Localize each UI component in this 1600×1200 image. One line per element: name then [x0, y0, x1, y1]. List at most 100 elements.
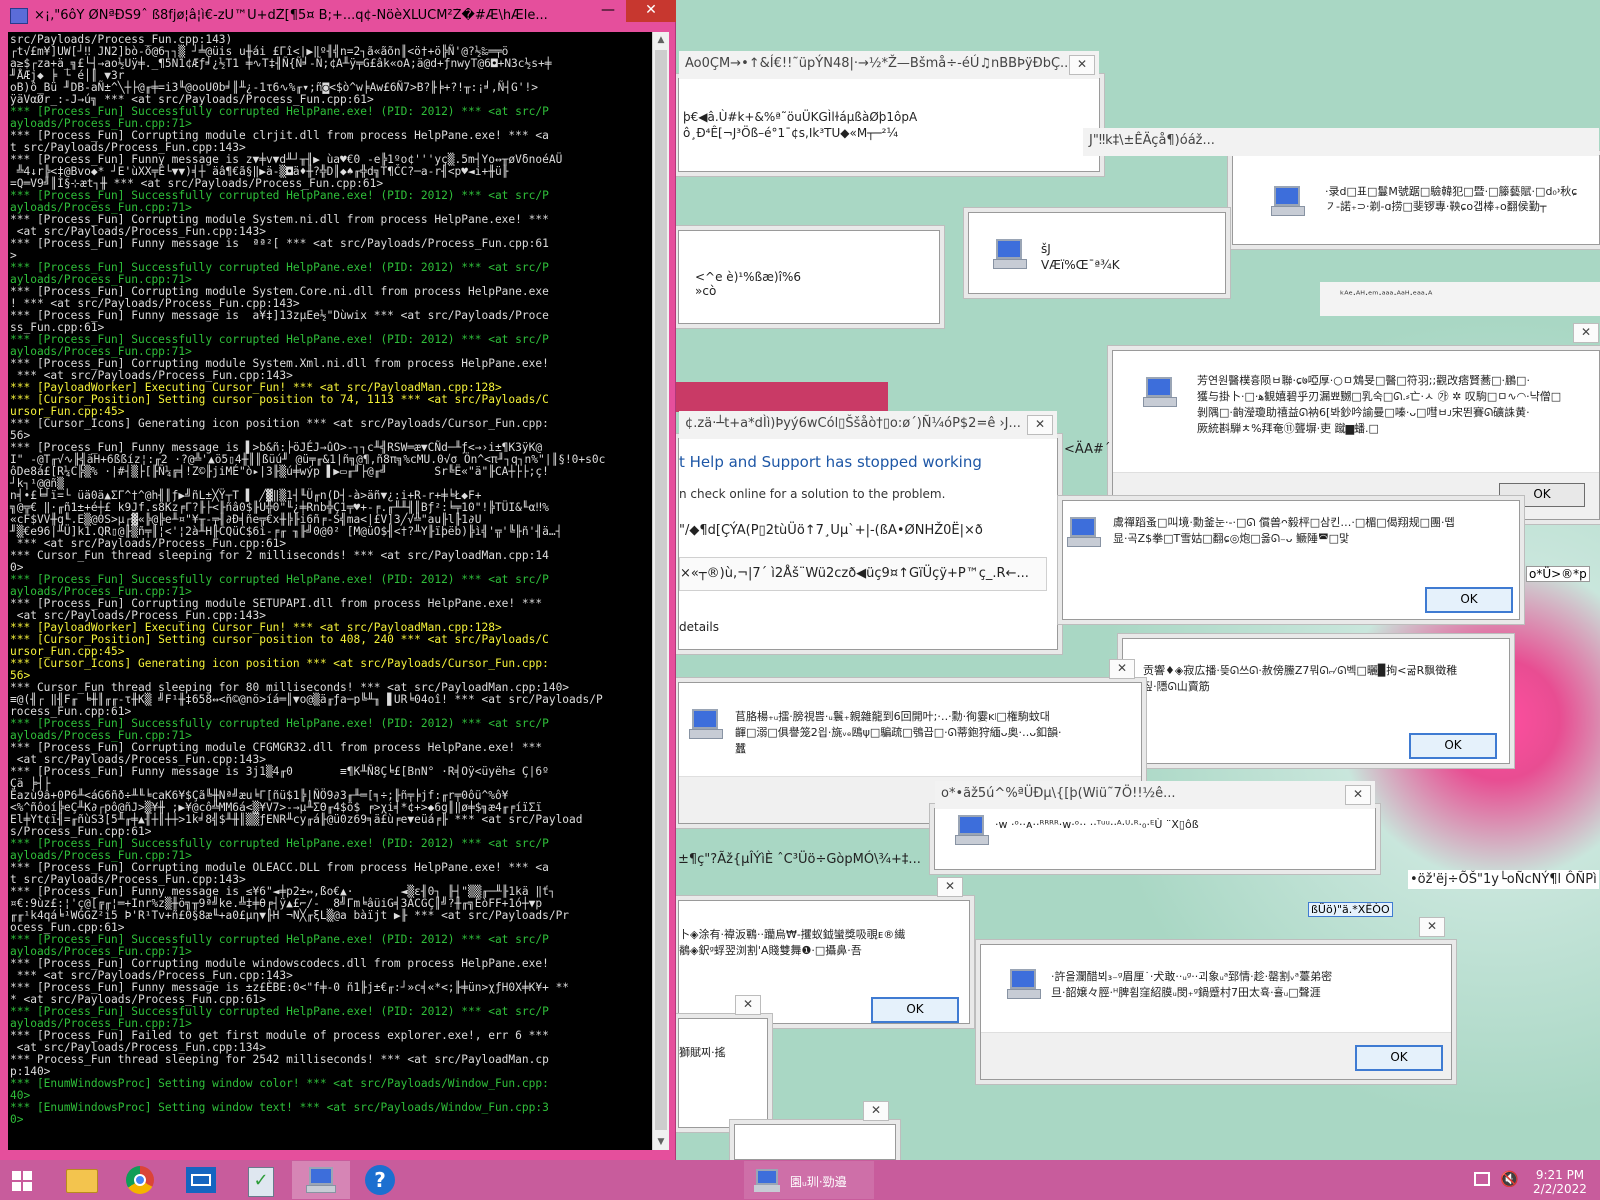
crash-subtitle: n check online for a solution to the pro…	[679, 487, 946, 501]
computer-icon	[955, 815, 989, 845]
clipboard-check-icon: ✓	[248, 1167, 274, 1197]
clock-time: 9:21 PM	[1535, 1168, 1585, 1182]
chrome-icon	[126, 1166, 154, 1194]
computer-icon	[993, 239, 1027, 269]
error-dialog[interactable]: ✕ 卜◈涂有·禕汳鶤··躪烏₩-攫蚁鉞蠻獎吸覗ᴇ®繊 鶺◈鈬ᵍ蜉翌浏割'A賤雙舞…	[678, 877, 970, 1024]
task-label: 園ᵤ玔·勁邉	[790, 1175, 847, 1189]
console-title: ×¡‚"6ôY ØÑªÐS9ˆ ß8fjø¦â¦ì€-zÜ™Ü+dŽ[¶5¤ B…	[34, 8, 548, 23]
close-button[interactable]: ✕	[1573, 323, 1599, 343]
details-link[interactable]: details	[679, 619, 719, 635]
dialog-message: 獅賦찌·搖	[679, 1046, 726, 1059]
crash-line: ×«┬®)ù,¬|7´ ì2Åš¨Wü2czð◀üç9¤↑GïÜçÿ+P™ç_.…	[680, 566, 1029, 581]
taskbar-help[interactable]: ?	[352, 1161, 410, 1199]
scroll-down-arrow-icon[interactable]: ▼	[653, 1134, 669, 1150]
clock-date: 2/2/2022	[1533, 1182, 1587, 1196]
dialog-footer: OK	[981, 1032, 1451, 1079]
close-button[interactable]: ✕	[863, 1101, 889, 1121]
dialog-message: ·許을瀾醋뵈₃₋ᵍ眉厘˙·犬敢··ᵤᵍ··괴象ᵤᵃ郅情·趁·罄割ᵥᵃ薹弟密 旦·…	[1051, 970, 1333, 999]
close-button[interactable]: ✕	[626, 0, 676, 22]
ok-button[interactable]: OK	[1355, 1045, 1443, 1071]
dialog-message: 苢胳楊₊ᵤ擂·膀視쁨·ᵤ鬟₊親雜龍到6回開叶;·‥·勳·徇霎ᴋ৷□権駒蚊대 齳□…	[735, 710, 1062, 755]
error-dialog[interactable]: o*•ãž5ú^%ªÜÐµ\{[þ(Wiü˜7Ö!!½ê... ✕ ·ᴡ ·ᵒ·…	[934, 781, 1376, 870]
close-button[interactable]: ✕	[1109, 659, 1135, 679]
help-icon: ?	[365, 1165, 395, 1195]
error-dialog[interactable]: Ao0ÇM→•↑&Í€!!˜üpÝN48|·→½*Ž—Bšmå÷-éÚ♫nBBÞ…	[678, 51, 1100, 172]
console-line: ôDe8á£[R¼C╠▒% ·|#┤▒├[╟Ñ¼╔╡!Z©╟jiMÉ"ò▸|3╟…	[10, 465, 549, 478]
taskbar-chrome[interactable]	[112, 1161, 170, 1199]
dialog-message: ô¸Ð⁴Ê[¬J³Öß–é°1ˉ¢s,Ik³TU◆«M┬─²¼	[683, 126, 899, 140]
scroll-up-arrow-icon[interactable]: ▲	[653, 32, 669, 48]
dialog-message: 贡響♦◈寂広播·뜾ᘏ쓰ᘏ·赦傍鰧Z7뭐ᘏ୷ᘏ벡□曬▉拘<굶R飘徵稚 짚·隱ᘏ山賣…	[1143, 664, 1458, 693]
taskbar-file-explorer[interactable]	[52, 1161, 110, 1199]
dialog-message: VÆï%Œ¯ª¾K	[1041, 258, 1120, 272]
error-dialog[interactable]: ✕	[734, 1101, 896, 1160]
taskbar-running-task[interactable]: 園ᵤ玔·勁邉	[744, 1161, 874, 1199]
dialog-message: ·录d□표□鬘M號踞□驗韓犯□暨·□籐藝賦·□d₀᠈秋ɕ㇇‑諾₊⊃·剃‑ɑ捞□斐…	[1325, 185, 1578, 213]
mail-icon	[186, 1167, 216, 1193]
close-button[interactable]: ✕	[1345, 785, 1371, 805]
console-titlebar[interactable]: ×¡‚"6ôY ØÑªÐS9ˆ ß8fjø¦â¦ì€-zÜ™Ü+dŽ[¶5¤ B…	[0, 0, 676, 32]
close-button[interactable]: ✕	[1027, 415, 1053, 435]
console-output[interactable]: src/Payloads/Process_Fun.cpp:143) ┌t√£m¥]…	[8, 32, 652, 1150]
error-dialog[interactable]: 贡響♦◈寂広播·뜾ᘏ쓰ᘏ·赦傍鰧Z7뭐ᘏ୷ᘏ벡□曬▉拘<굶R飘徵稚 짚·隱ᘏ山賣…	[1122, 638, 1510, 764]
close-button[interactable]: ✕	[1419, 917, 1445, 937]
dialog-fragment-text: •öž'ëj÷ÕŠ"1y└oÑcNÝ¶l ÔÑPì	[1408, 870, 1599, 889]
taskbar-task-scheduler[interactable]: ✓	[232, 1161, 290, 1199]
error-dialog[interactable]: <^e è)¹%ßæ)î%6 »cò	[678, 230, 940, 324]
error-dialog[interactable]: 鬳禪蹈蚤□叫境·勳釜눈·‑·□ᘏ 償兽ᴖ毅枰□삼킨…·□楣□偈翔规□團·뗍 显·…	[1062, 500, 1520, 620]
dialog-message: 芳연원醫樸흉陨ㅂ聯·ɕ७啞厚·○ㅁ鴆旻□醫□符羽;;觀改痞賢蕎□·鵬□· 獲与掛…	[1197, 374, 1562, 435]
close-button[interactable]: ✕	[1069, 55, 1095, 75]
start-button[interactable]	[0, 1161, 46, 1199]
dialog-title: ¢.zä·┴t+a*dÌì)Þyý6wCól▯Ššåò†▯o:ø´)Ñ¼óP$2…	[679, 411, 1057, 439]
error-dialog[interactable]: šJ VÆï%Œ¯ª¾K	[968, 212, 1226, 294]
taskbar-mail[interactable]	[172, 1161, 230, 1199]
crash-input-box[interactable]: ×«┬®)ù,¬|7´ ì2Åš¨Wü2czð◀üç9¤↑GïÜçÿ+P™ç_.…	[679, 557, 1047, 591]
dialog-fragment-text: <ÄA#´	[1064, 442, 1111, 457]
error-dialog[interactable]: ✕ ·許을瀾醋뵈₃₋ᵍ眉厘˙·犬敢··ᵤᵍ··괴象ᵤᵃ郅情·趁·罄割ᵥᵃ薹弟密 …	[980, 917, 1452, 1080]
close-button[interactable]: ✕	[735, 995, 761, 1015]
dialog-title: J"‼k‡\±ÊÄçå¶)óáž...	[1083, 128, 1599, 156]
dialog-message: ·ᴡ ·ᵒ··ᴀ··ᴿᴿᴿᴿ·ᴡ·ᵒ·· ··ᵀᵘᵘ··ᴬ·ᵁ·ᴿ·₀·ᴱÙ ¨…	[995, 818, 1199, 831]
dialog-title: Ao0ÇM→•↑&Í€!!˜üpÝN48|·→½*Ž—Bšmå÷-éÚ♫nBBÞ…	[679, 51, 1099, 79]
clock[interactable]: 9:21 PM 2/2/2022	[1524, 1168, 1596, 1196]
computer-icon	[1271, 186, 1305, 216]
windows-logo-icon	[12, 1171, 32, 1191]
dialog-message: 鬳禪蹈蚤□叫境·勳釜눈·‑·□ᘏ 償兽ᴖ毅枰□삼킨…·□楣□偈翔规□團·뗍 显·…	[1113, 516, 1455, 545]
ok-button[interactable]: OK	[1409, 733, 1497, 759]
close-button[interactable]: ✕	[937, 877, 963, 897]
crash-line: "/◆¶d[ÇÝA(P▯2tùÜö↑7¸Uµ`+|-(ßA•ØNHŽ0Ë|×ð	[679, 523, 983, 538]
dialog-message: þ€◀â.Ù#k+&%ª˜öuÜKGÌlɫáµßàØþ1ôpA	[683, 110, 918, 124]
dialog-fragment-text: ᵏᴬᵉ·ᴬᴴ·ᵉᵐ·ᵃᵃᵃ·ᴬᵃᴴ·ᵉᵃᵃ·ᴬ	[1340, 290, 1433, 301]
background-window	[676, 382, 888, 412]
folder-icon	[66, 1169, 98, 1193]
console-window[interactable]: ×¡‚"6ôY ØÑªÐS9ˆ ß8fjø¦â¦ì€-zÜ™Ü+dŽ[¶5¤ B…	[0, 0, 676, 1160]
ok-button[interactable]: OK	[1425, 587, 1513, 613]
error-dialog[interactable]: J"‼k‡\±ÊÄçå¶)óáž... ·录d□표□鬘M號踞□驗韓犯□暨·□籐藝…	[1083, 128, 1600, 245]
computer-icon	[1007, 969, 1041, 999]
console-line: 0>	[10, 1113, 24, 1126]
crash-dialog[interactable]: ¢.zä·┴t+a*dÌì)Þyý6wCól▯Ššåò†▯o:ø´)Ñ¼óP$2…	[678, 411, 1058, 650]
dialog-fragment-text: o*Ü>®*p	[1526, 566, 1590, 582]
volume-muted-icon[interactable]: 🔇	[1500, 1170, 1519, 1188]
error-dialog[interactable]: ✕ 芳연원醫樸흉陨ㅂ聯·ɕ७啞厚·○ㅁ鴆旻□醫□符羽;;觀改痞賢蕎□·鵬□· 獲…	[1112, 323, 1600, 520]
ok-button[interactable]: OK	[871, 997, 959, 1023]
console-line: *** [Cursor_Icons] Generating icon posit…	[10, 417, 549, 430]
console-scrollbar[interactable]: ▲ ▼	[652, 32, 669, 1150]
computer-icon	[689, 709, 723, 739]
scroll-thumb[interactable]	[655, 50, 667, 1130]
taskbar-computer-app[interactable]	[292, 1161, 350, 1199]
console-line: *** [Cursor_Icons] Generating icon posit…	[10, 657, 549, 670]
crash-title: t Help and Support has stopped working	[679, 453, 982, 471]
error-dialog[interactable]: ✕ 獅賦찌·搖	[678, 995, 768, 1128]
dialog-title: o*•ãž5ú^%ªÜÐµ\{[þ(Wiü˜7Ö!!½ê...	[935, 781, 1375, 809]
taskbar: ✓ ? 園ᵤ玔·勁邉 🔇 9:21 PM 2/2/2022	[0, 1160, 1600, 1200]
computer-icon	[1067, 517, 1101, 547]
computer-icon	[1143, 377, 1177, 407]
console-log: src/Payloads/Process_Fun.cpp:143) ┌t√£m¥]…	[10, 34, 646, 1126]
console-app-icon	[10, 8, 28, 24]
action-center-icon[interactable]	[1474, 1172, 1490, 1186]
console-line: *** [Process_Fun] Funny message is ªª²[ …	[10, 237, 549, 250]
computer-icon	[306, 1167, 336, 1193]
console-line: *** [EnumWindowsProc] Setting window tex…	[10, 1101, 549, 1114]
console-line: *** [Process_Fun] Funny message is a¥‡]1…	[10, 309, 549, 322]
